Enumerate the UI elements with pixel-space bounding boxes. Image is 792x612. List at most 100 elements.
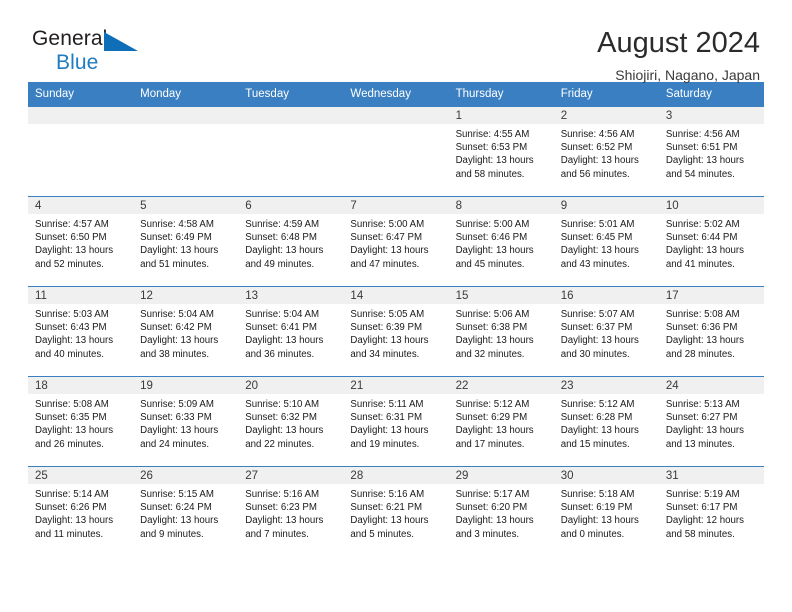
day-number: 13 (238, 287, 344, 304)
daylight-text-line2: and 58 minutes. (665, 528, 735, 540)
daylight-text-line1: Daylight: 13 hours (560, 515, 639, 527)
calendar-day-cell[interactable]: 2 Sunrise: 4:56 AM Sunset: 6:52 PM Daylight… (553, 106, 659, 197)
calendar-day-cell[interactable]: 6 Sunrise: 4:59 AM Sunset: 6:48 PM Daylight… (238, 196, 344, 287)
day-details: Sunrise: 5:13 AM Sunset: 6:27 PM Daylight:… (659, 394, 764, 451)
daylight-text-line1: Daylight: 13 hours (245, 335, 324, 347)
calendar-day-cell[interactable]: 22 Sunrise: 5:12 AM Sunset: 6:29 PM Dayligh… (448, 376, 554, 467)
day-number (238, 107, 344, 124)
day-details: Sunrise: 5:05 AM Sunset: 6:39 PM Daylight:… (343, 304, 448, 361)
sunset-text: Sunset: 6:49 PM (140, 232, 212, 244)
daylight-text-line1: Daylight: 13 hours (35, 425, 114, 437)
day-details: Sunrise: 5:12 AM Sunset: 6:29 PM Daylight:… (449, 394, 554, 451)
day-number: 8 (448, 197, 554, 214)
calendar-day-cell[interactable]: 7 Sunrise: 5:00 AM Sunset: 6:47 PM Daylight… (343, 196, 449, 287)
calendar-day-cell[interactable]: 4 Sunrise: 4:57 AM Sunset: 6:50 PM Daylight… (28, 196, 134, 287)
sunset-text: Sunset: 6:26 PM (35, 502, 107, 514)
day-details: Sunrise: 5:14 AM Sunset: 6:26 PM Daylight:… (28, 484, 133, 541)
sunrise-text: Sunrise: 5:16 AM (245, 489, 320, 500)
calendar-day-cell[interactable]: 25 Sunrise: 5:14 AM Sunset: 6:26 PM Dayligh… (28, 466, 134, 557)
sunrise-text: Sunrise: 5:07 AM (560, 309, 635, 320)
calendar-day-cell[interactable]: 31 Sunrise: 5:19 AM Sunset: 6:17 PM Dayligh… (658, 466, 764, 557)
calendar-day-cell[interactable]: 26 Sunrise: 5:15 AM Sunset: 6:24 PM Dayligh… (133, 466, 239, 557)
day-details: Sunrise: 5:11 AM Sunset: 6:31 PM Daylight:… (343, 394, 448, 451)
calendar-day-cell[interactable]: 1 Sunrise: 4:55 AM Sunset: 6:53 PM Daylight… (448, 106, 554, 197)
calendar-day-cell[interactable]: 13 Sunrise: 5:04 AM Sunset: 6:41 PM Dayligh… (238, 286, 344, 377)
calendar-day-cell[interactable]: 16 Sunrise: 5:07 AM Sunset: 6:37 PM Dayligh… (553, 286, 659, 377)
calendar-day-cell[interactable]: 24 Sunrise: 5:13 AM Sunset: 6:27 PM Dayligh… (658, 376, 764, 467)
calendar-week-row: 18 Sunrise: 5:08 AM Sunset: 6:35 PM Dayligh… (28, 376, 764, 467)
daylight-text-line1: Daylight: 13 hours (560, 425, 639, 437)
calendar-day-cell[interactable]: 15 Sunrise: 5:06 AM Sunset: 6:38 PM Dayligh… (448, 286, 554, 377)
day-details: Sunrise: 5:02 AM Sunset: 6:44 PM Daylight:… (659, 214, 764, 271)
calendar-day-cell[interactable]: 8 Sunrise: 5:00 AM Sunset: 6:46 PM Daylight… (448, 196, 554, 287)
calendar-day-cell[interactable]: 18 Sunrise: 5:08 AM Sunset: 6:35 PM Dayligh… (28, 376, 134, 467)
sunrise-text: Sunrise: 5:05 AM (350, 309, 425, 320)
calendar-day-cell[interactable]: 27 Sunrise: 5:16 AM Sunset: 6:23 PM Dayligh… (238, 466, 344, 557)
day-details: Sunrise: 5:17 AM Sunset: 6:20 PM Daylight:… (449, 484, 554, 541)
calendar-day-cell-empty (28, 106, 134, 197)
calendar-day-cell[interactable]: 17 Sunrise: 5:08 AM Sunset: 6:36 PM Dayligh… (658, 286, 764, 377)
calendar-day-cell[interactable]: 23 Sunrise: 5:12 AM Sunset: 6:28 PM Dayligh… (553, 376, 659, 467)
day-number: 9 (553, 197, 659, 214)
calendar-day-cell[interactable]: 3 Sunrise: 4:56 AM Sunset: 6:51 PM Daylight… (658, 106, 764, 197)
day-details: Sunrise: 5:01 AM Sunset: 6:45 PM Daylight:… (554, 214, 659, 271)
day-number: 23 (553, 377, 659, 394)
day-number: 20 (238, 377, 344, 394)
calendar-day-cell[interactable]: 10 Sunrise: 5:02 AM Sunset: 6:44 PM Dayligh… (658, 196, 764, 287)
calendar-day-cell[interactable]: 30 Sunrise: 5:18 AM Sunset: 6:19 PM Dayligh… (553, 466, 659, 557)
calendar-day-cell[interactable]: 29 Sunrise: 5:17 AM Sunset: 6:20 PM Dayligh… (448, 466, 554, 557)
daylight-text-line1: Daylight: 13 hours (455, 155, 534, 167)
daylight-text-line2: and 0 minutes. (560, 528, 625, 540)
calendar-week-row: 11 Sunrise: 5:03 AM Sunset: 6:43 PM Dayligh… (28, 286, 764, 377)
calendar-day-cell[interactable]: 9 Sunrise: 5:01 AM Sunset: 6:45 PM Daylight… (553, 196, 659, 287)
day-number: 6 (238, 197, 344, 214)
sunrise-text: Sunrise: 4:59 AM (245, 219, 320, 230)
sunrise-text: Sunrise: 5:04 AM (245, 309, 320, 320)
daylight-text-line1: Daylight: 13 hours (350, 515, 429, 527)
sunset-text: Sunset: 6:53 PM (455, 142, 528, 154)
sunset-text: Sunset: 6:48 PM (245, 232, 317, 244)
day-number: 30 (553, 467, 659, 484)
sunset-text: Sunset: 6:43 PM (35, 322, 107, 334)
brand-logo[interactable]: General Blue (28, 26, 158, 82)
calendar-body: 1 Sunrise: 4:55 AM Sunset: 6:53 PM Daylight… (28, 106, 764, 557)
day-number: 31 (658, 467, 764, 484)
calendar-day-cell[interactable]: 5 Sunrise: 4:58 AM Sunset: 6:49 PM Daylight… (133, 196, 239, 287)
calendar-day-cell-empty (238, 106, 344, 197)
calendar-day-cell[interactable]: 19 Sunrise: 5:09 AM Sunset: 6:33 PM Dayligh… (133, 376, 239, 467)
day-number: 18 (28, 377, 134, 394)
daylight-text-line2: and 22 minutes. (245, 438, 315, 450)
blue-triangle-icon (104, 32, 138, 51)
day-details: Sunrise: 4:56 AM Sunset: 6:52 PM Daylight:… (554, 124, 659, 181)
sunrise-text: Sunrise: 5:12 AM (560, 399, 635, 410)
day-number (28, 107, 134, 124)
calendar-day-cell[interactable]: 12 Sunrise: 5:04 AM Sunset: 6:42 PM Dayligh… (133, 286, 239, 377)
day-details: Sunrise: 5:15 AM Sunset: 6:24 PM Daylight:… (133, 484, 238, 541)
day-details: Sunrise: 5:19 AM Sunset: 6:17 PM Daylight:… (659, 484, 764, 541)
daylight-text-line1: Daylight: 13 hours (560, 245, 639, 257)
sunset-text: Sunset: 6:24 PM (140, 502, 212, 514)
calendar-day-cell[interactable]: 11 Sunrise: 5:03 AM Sunset: 6:43 PM Dayligh… (28, 286, 134, 377)
calendar-day-cell[interactable]: 21 Sunrise: 5:11 AM Sunset: 6:31 PM Dayligh… (343, 376, 449, 467)
day-details: Sunrise: 5:18 AM Sunset: 6:19 PM Daylight:… (554, 484, 659, 541)
sunrise-text: Sunrise: 4:57 AM (35, 219, 109, 230)
daylight-text-line2: and 45 minutes. (455, 258, 525, 270)
title-block: August 2024 Shiojiri, Nagano, Japan (597, 26, 764, 86)
daylight-text-line2: and 51 minutes. (140, 258, 210, 270)
calendar-day-cell[interactable]: 14 Sunrise: 5:05 AM Sunset: 6:39 PM Dayligh… (343, 286, 449, 377)
daylight-text-line2: and 7 minutes. (245, 528, 309, 540)
sunrise-text: Sunrise: 5:00 AM (350, 219, 425, 230)
sunset-text: Sunset: 6:50 PM (35, 232, 107, 244)
sunset-text: Sunset: 6:27 PM (665, 412, 738, 424)
calendar-day-cell-empty (133, 106, 239, 197)
sunset-text: Sunset: 6:52 PM (560, 142, 633, 154)
daylight-text-line2: and 49 minutes. (245, 258, 315, 270)
daylight-text-line2: and 38 minutes. (140, 348, 210, 360)
day-number: 10 (658, 197, 764, 214)
sunrise-text: Sunrise: 5:10 AM (245, 399, 320, 410)
day-number: 4 (28, 197, 134, 214)
day-details: Sunrise: 4:55 AM Sunset: 6:53 PM Daylight:… (449, 124, 554, 181)
calendar-day-cell[interactable]: 20 Sunrise: 5:10 AM Sunset: 6:32 PM Dayligh… (238, 376, 344, 467)
sunrise-text: Sunrise: 5:17 AM (455, 489, 530, 500)
calendar-day-cell[interactable]: 28 Sunrise: 5:16 AM Sunset: 6:21 PM Dayligh… (343, 466, 449, 557)
